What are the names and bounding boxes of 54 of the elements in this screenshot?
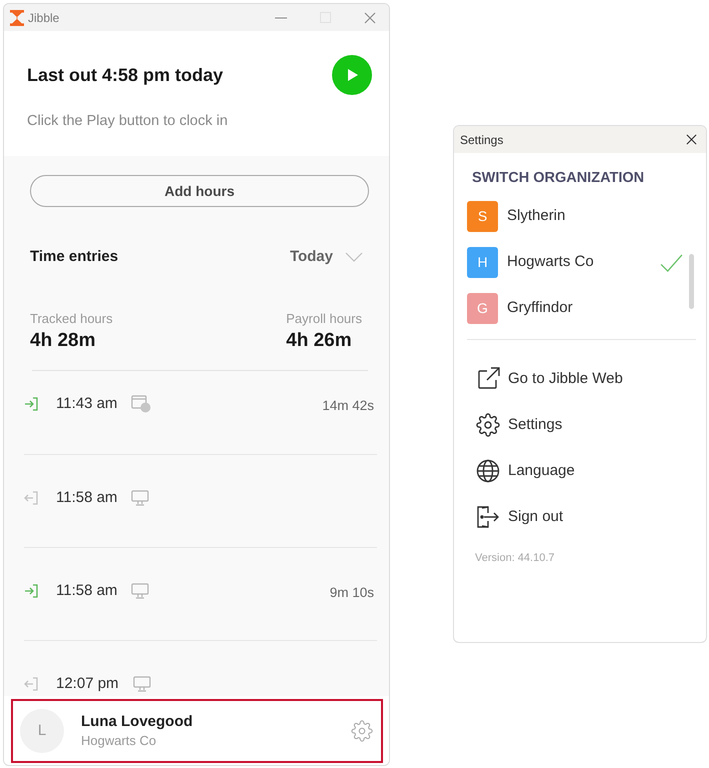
user-name: Luna Lovegood xyxy=(81,712,193,732)
organization-item[interactable]: H Hogwarts Co xyxy=(467,247,683,278)
sign-in-icon xyxy=(24,584,38,598)
globe-icon xyxy=(476,459,500,483)
entry-time: 11:43 am xyxy=(56,394,118,414)
avatar: L xyxy=(20,709,64,753)
gear-icon xyxy=(351,720,373,742)
sign-out-icon xyxy=(24,677,38,691)
gear-icon xyxy=(476,413,500,437)
menu-item[interactable]: Settings xyxy=(476,410,706,440)
minimize-icon xyxy=(275,16,287,18)
add-hours-button[interactable]: Add hours xyxy=(30,175,369,207)
entry-duration: 14m 42s xyxy=(322,397,374,415)
menu-item[interactable]: Go to Jibble Web xyxy=(476,364,706,394)
organization-avatar: H xyxy=(467,247,498,278)
chevron-down-icon xyxy=(345,252,363,262)
section-title: Time entries xyxy=(30,246,118,267)
sign-out-icon xyxy=(24,491,38,505)
user-organization: Hogwarts Co xyxy=(81,732,158,750)
close-icon xyxy=(686,134,696,145)
hourglass-logo-icon xyxy=(10,10,24,26)
organization-avatar: G xyxy=(467,293,498,324)
monitor-icon xyxy=(131,490,150,506)
stat-value: 4h 26m xyxy=(286,329,353,353)
organization-avatar: S xyxy=(467,201,498,232)
play-icon xyxy=(348,69,358,81)
status-hint: Click the Play button to clock in xyxy=(27,112,229,131)
entry-time: 11:58 am xyxy=(56,488,118,508)
period-dropdown[interactable]: Today xyxy=(290,246,363,268)
scrollbar-thumb[interactable] xyxy=(689,254,694,309)
entry-time: 12:07 pm xyxy=(56,674,119,694)
organization-item[interactable]: G Gryffindor xyxy=(467,293,683,324)
section-heading: SWITCH ORGANIZATION xyxy=(471,169,646,188)
stat-label: Payroll hours xyxy=(286,311,362,327)
entry-time: 11:58 am xyxy=(56,581,118,601)
sign-in-icon xyxy=(24,397,38,411)
menu-item[interactable]: Language xyxy=(476,456,706,486)
play-button[interactable] xyxy=(332,55,372,95)
browser-window-icon xyxy=(131,395,152,413)
window-title: Jibble xyxy=(28,10,60,26)
monitor-icon xyxy=(132,676,151,692)
menu-item[interactable]: Sign out xyxy=(476,502,706,532)
close-icon xyxy=(364,12,376,24)
status-heading: Last out 4:58 pm today xyxy=(27,64,224,87)
stat-label: Tracked hours xyxy=(30,311,113,327)
external-link-icon xyxy=(476,367,500,391)
door-arrow-icon xyxy=(476,505,500,529)
stat-value: 4h 28m xyxy=(30,329,96,353)
settings-button[interactable] xyxy=(351,720,373,742)
entry-duration: 9m 10s xyxy=(330,584,374,602)
organization-item[interactable]: S Slytherin xyxy=(467,201,683,232)
window-title: Settings xyxy=(460,132,504,148)
monitor-icon xyxy=(131,583,150,599)
version-label: Version: 44.10.7 xyxy=(475,551,556,565)
